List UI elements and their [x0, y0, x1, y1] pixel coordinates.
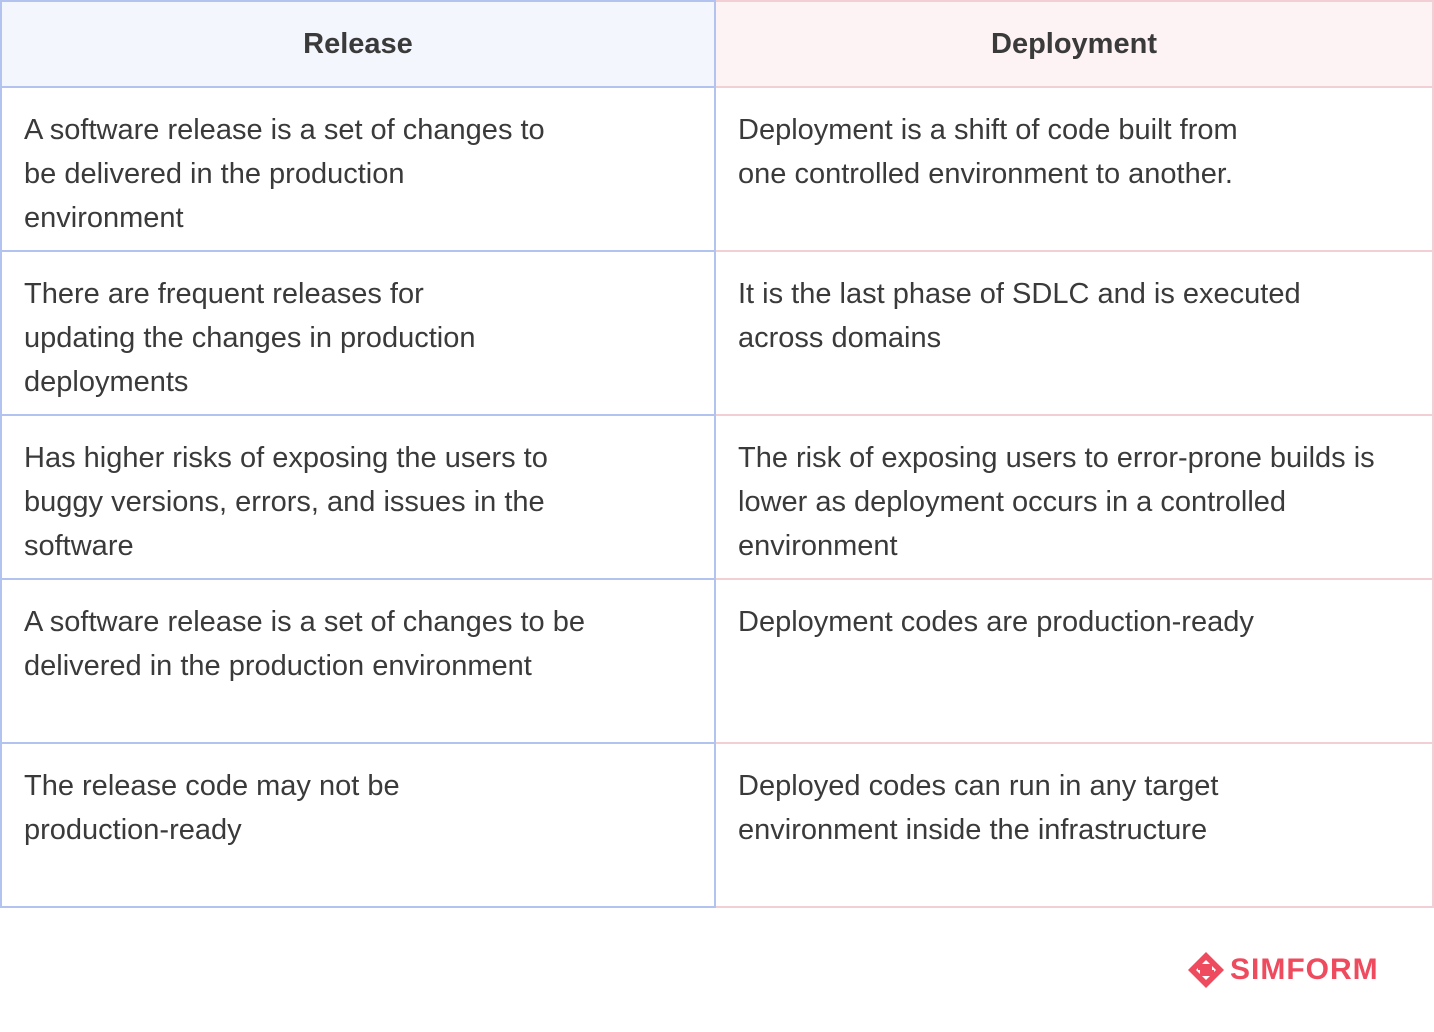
deployment-text: The risk of exposing users to error-pron…	[738, 442, 1375, 562]
release-text: A software release is a set of changes t…	[24, 606, 585, 682]
table-row: The release code may not be production-r…	[0, 744, 1434, 908]
release-text: The release code may not be production-r…	[24, 770, 400, 846]
table-row: There are frequent releases for updating…	[0, 252, 1434, 416]
deployment-cell: The risk of exposing users to error-pron…	[716, 416, 1434, 580]
table-row: A software release is a set of changes t…	[0, 580, 1434, 744]
deployment-cell: Deployment is a shift of code built from…	[716, 88, 1434, 252]
deployment-text: Deployed codes can run in any target env…	[738, 770, 1219, 846]
deployment-cell: Deployed codes can run in any target env…	[716, 744, 1434, 908]
deployment-cell: It is the last phase of SDLC and is exec…	[716, 252, 1434, 416]
release-cell: Has higher risks of exposing the users t…	[0, 416, 716, 580]
release-cell: There are frequent releases for updating…	[0, 252, 716, 416]
deployment-text: It is the last phase of SDLC and is exec…	[738, 278, 1301, 354]
table-header-row: Release Deployment	[0, 0, 1434, 88]
release-cell: A software release is a set of changes t…	[0, 580, 716, 744]
header-deployment: Deployment	[716, 0, 1434, 88]
deployment-text: Deployment is a shift of code built from…	[738, 114, 1238, 190]
deployment-text: Deployment codes are production-ready	[738, 606, 1254, 638]
simform-logo-icon	[1188, 952, 1224, 988]
release-text: A software release is a set of changes t…	[24, 114, 545, 234]
deployment-cell: Deployment codes are production-ready	[716, 580, 1434, 744]
table-row: A software release is a set of changes t…	[0, 88, 1434, 252]
header-release: Release	[0, 0, 716, 88]
release-cell: A software release is a set of changes t…	[0, 88, 716, 252]
release-cell: The release code may not be production-r…	[0, 744, 716, 908]
release-text: There are frequent releases for updating…	[24, 278, 476, 398]
table-row: Has higher risks of exposing the users t…	[0, 416, 1434, 580]
logo-text: SIMFORM	[1230, 953, 1379, 986]
simform-logo: SIMFORM	[1186, 950, 1379, 990]
release-text: Has higher risks of exposing the users t…	[24, 442, 548, 562]
comparison-table: Release Deployment A software release is…	[0, 0, 1434, 908]
